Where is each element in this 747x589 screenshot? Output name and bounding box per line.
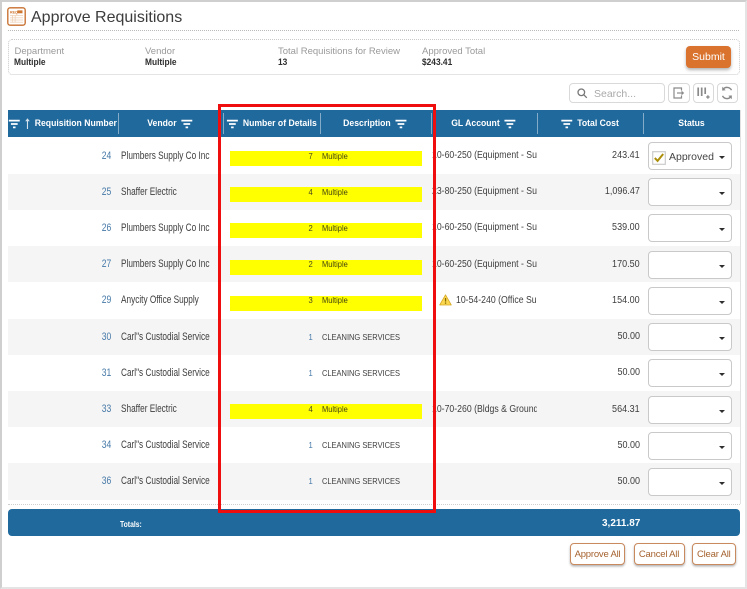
svg-text:REQ: REQ [10, 10, 18, 14]
